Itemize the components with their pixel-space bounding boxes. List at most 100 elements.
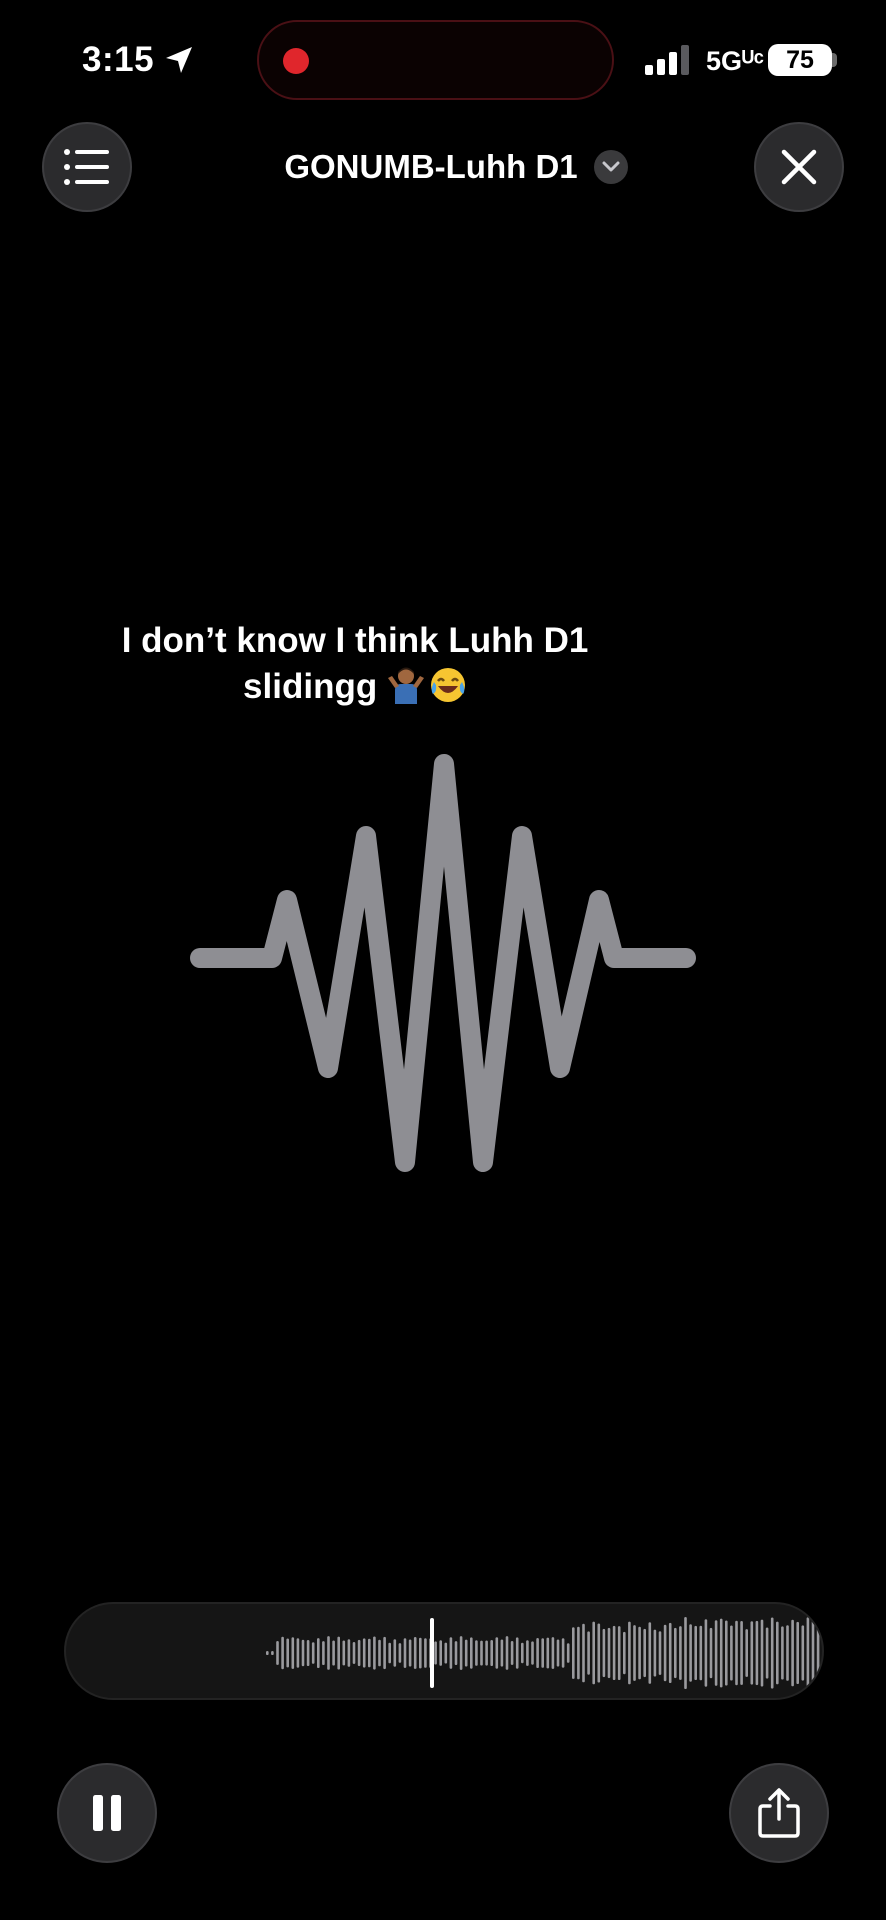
scrubber-bar (505, 1636, 509, 1670)
scrubber-bar (704, 1619, 708, 1687)
scrubber-bar (332, 1640, 335, 1666)
scrubber-bar (271, 1651, 274, 1655)
scrubber-bar (714, 1620, 718, 1686)
scrubber-bar (643, 1628, 646, 1678)
scrubber-bar (357, 1639, 361, 1667)
status-time: 3:15 (82, 40, 155, 79)
scrubber-bar (684, 1617, 687, 1689)
pause-button[interactable] (57, 1763, 157, 1863)
scrubber-bar (311, 1642, 315, 1664)
scrubber-bar (628, 1621, 631, 1685)
caption-text: I don’t know I think Luhh D1 slidingg (60, 618, 650, 710)
scrubber-bar (806, 1617, 810, 1689)
scrubber-bar (368, 1638, 371, 1668)
scrubber-bar (510, 1641, 514, 1665)
scrubber-bar (515, 1637, 519, 1669)
scrubber-bar (408, 1639, 412, 1667)
scrubber-bar (638, 1626, 641, 1680)
signal-bars-icon (645, 45, 689, 75)
scrubber-bar (327, 1636, 330, 1670)
scrubber-bar (495, 1637, 499, 1669)
scrubber-bar (730, 1625, 733, 1681)
location-arrow-icon (166, 47, 192, 73)
recording-title: GONUMB-Luhh D1 (284, 148, 578, 185)
scrubber-bar (566, 1643, 570, 1663)
scrubber-bar (674, 1627, 677, 1679)
scrubber-bar (342, 1640, 346, 1666)
scrubber-bar (816, 1624, 820, 1682)
scrubber-bar (317, 1638, 320, 1668)
scrubber-bar (536, 1638, 539, 1668)
scrubber-bar (419, 1637, 422, 1669)
scrubber-bar (337, 1636, 340, 1670)
scrubber-bar (648, 1622, 652, 1684)
scrubber-bar (347, 1639, 351, 1667)
scrubber-bar (383, 1636, 386, 1670)
scrubber-bar (521, 1642, 524, 1664)
scrubber-bar (602, 1628, 606, 1678)
scrubber-bar (281, 1636, 284, 1670)
scrubber-bar (362, 1638, 366, 1668)
scrubber-bar (719, 1618, 723, 1688)
scrubber-bar (699, 1625, 703, 1681)
scrubber-bar (266, 1651, 269, 1655)
scrubber-bar (577, 1626, 580, 1680)
scrubber-bar (286, 1638, 289, 1668)
scrubber-bar (679, 1626, 682, 1680)
chevron-down-icon (593, 150, 628, 184)
scrubber-bar (607, 1627, 611, 1679)
recording-dot-icon (283, 48, 309, 74)
scrubber-bar (490, 1640, 493, 1666)
scrubber-bar (740, 1621, 743, 1685)
scrubber-bar (480, 1640, 483, 1666)
scrubber-bar (781, 1626, 784, 1680)
scrubber-bar (668, 1622, 672, 1683)
scrubber-bar (459, 1636, 463, 1670)
scrubber-bar (572, 1627, 575, 1679)
scrubber-bar (398, 1643, 402, 1663)
scrubber-bar (306, 1640, 310, 1666)
scrubber-bar (617, 1626, 621, 1680)
share-button[interactable] (729, 1763, 829, 1863)
scrubber-bar (439, 1640, 442, 1666)
scrubber-bar (811, 1620, 815, 1686)
scrubber-bar (791, 1619, 794, 1687)
scrubber-bar (291, 1637, 295, 1669)
playhead[interactable] (430, 1618, 434, 1688)
dynamic-island[interactable] (257, 20, 614, 100)
close-icon (781, 149, 817, 185)
scrubber-bar (760, 1619, 764, 1687)
scrubber-bar (444, 1642, 448, 1664)
scrubber-bar (755, 1620, 759, 1686)
scrubber-bar (403, 1638, 407, 1668)
battery-cap (832, 53, 837, 67)
scrubber-bar (531, 1641, 534, 1665)
laughing-emoji-icon (430, 668, 465, 702)
scrubber-bar (546, 1637, 550, 1669)
scrubber-bar (689, 1624, 692, 1682)
scrubber-bar (801, 1625, 805, 1681)
scrubber-bar (694, 1625, 697, 1680)
scrubber-bar (352, 1642, 356, 1664)
scrubber-bar (449, 1637, 453, 1669)
scrubber-bar (556, 1639, 560, 1667)
scrubber-bar (475, 1640, 478, 1666)
scrubber-bar (582, 1623, 585, 1683)
scrubber-bar (561, 1638, 565, 1668)
audio-scrubber[interactable] (64, 1602, 824, 1700)
scrubber-bar (776, 1621, 779, 1685)
scrubber-bar (276, 1641, 279, 1665)
caption-line-1: I don’t know I think Luhh D1 (121, 621, 589, 660)
scrubber-bar (587, 1631, 590, 1675)
scrubber-bar (485, 1640, 488, 1666)
scrubber-bar (296, 1638, 300, 1668)
scrubber-bar (623, 1631, 626, 1675)
close-button[interactable] (754, 122, 844, 212)
scrubber-bar (796, 1621, 799, 1684)
scrubber-bar (653, 1629, 657, 1677)
scrubber-bar (658, 1631, 662, 1675)
scrubber-bar (770, 1617, 774, 1689)
scrubber-bar (725, 1620, 728, 1686)
scrubber-bar (454, 1641, 458, 1665)
scrubber-bar (597, 1623, 601, 1683)
